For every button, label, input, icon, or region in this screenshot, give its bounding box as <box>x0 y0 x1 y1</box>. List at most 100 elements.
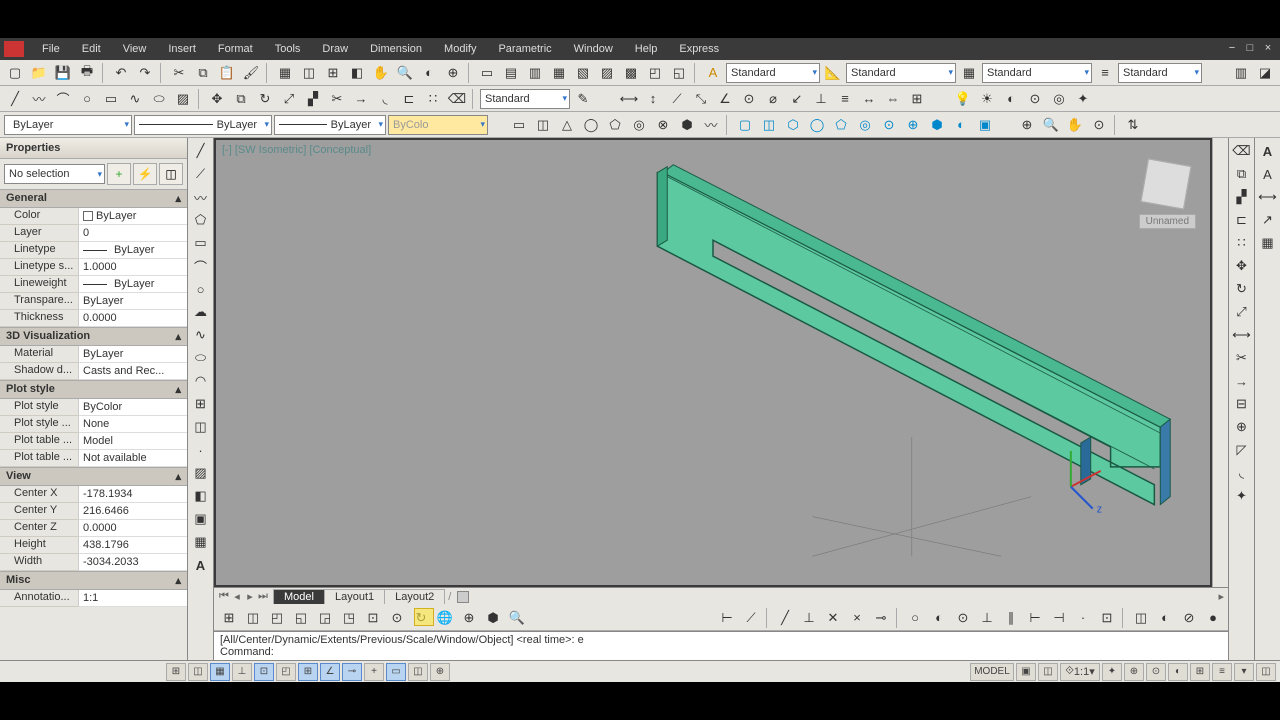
tool-icon[interactable]: ◪ <box>1254 62 1276 84</box>
solid-icon[interactable]: ⬢ <box>926 114 948 136</box>
save-icon[interactable]: 💾 <box>52 62 74 84</box>
mirror-icon[interactable]: ▞ <box>302 88 324 110</box>
menu-dimension[interactable]: Dimension <box>360 40 432 58</box>
pan-icon[interactable]: ✋ <box>370 62 392 84</box>
viewcube-label[interactable]: Unnamed <box>1139 214 1196 229</box>
viewport-label[interactable]: [-] [SW Isometric] [Conceptual] <box>222 144 371 156</box>
status-toggle[interactable]: ▦ <box>210 663 230 681</box>
ucs-icon[interactable]: ↻ <box>410 607 432 629</box>
tool-icon[interactable]: ▭ <box>476 62 498 84</box>
ellipse-icon[interactable]: ⬭ <box>190 347 212 369</box>
property-row[interactable]: Center Z0.0000 <box>0 520 187 537</box>
block-icon[interactable]: ◫ <box>190 416 212 438</box>
solid-icon[interactable]: ◯ <box>580 114 602 136</box>
status-scale[interactable]: ⟐ 1:1 ▾ <box>1060 663 1100 681</box>
ucs-icon[interactable]: 🔍 <box>506 607 528 629</box>
ucs-icon[interactable]: ◲ <box>314 607 336 629</box>
color-select[interactable]: ByColo <box>388 115 488 135</box>
dim-icon[interactable]: ⟋ <box>666 88 688 110</box>
properties-section-header[interactable]: Misc▴ <box>0 571 187 590</box>
line-icon[interactable]: ╱ <box>4 88 26 110</box>
table-style-icon[interactable]: ▦ <box>958 62 980 84</box>
status-toggle[interactable]: ◫ <box>188 663 208 681</box>
viewcube[interactable] <box>1141 159 1192 210</box>
osnap-icon[interactable]: ⊸ <box>870 607 892 629</box>
extend-icon[interactable]: → <box>1231 370 1253 392</box>
property-row[interactable]: Width-3034.2033 <box>0 554 187 571</box>
dim-icon[interactable]: ⊙ <box>738 88 760 110</box>
properties-section-header[interactable]: Plot style▴ <box>0 380 187 399</box>
rect-icon[interactable]: ▭ <box>100 88 122 110</box>
rect-icon[interactable]: ▭ <box>190 232 212 254</box>
menu-express[interactable]: Express <box>669 40 729 58</box>
tool-icon[interactable]: ◱ <box>668 62 690 84</box>
nav-icon[interactable]: ⇅ <box>1122 114 1144 136</box>
properties-section-header[interactable]: View▴ <box>0 467 187 486</box>
scale-icon[interactable]: ⤢ <box>278 88 300 110</box>
light-icon[interactable]: ◎ <box>1048 88 1070 110</box>
osnap-icon[interactable]: ⊢ <box>716 607 738 629</box>
status-toggle[interactable]: + <box>364 663 384 681</box>
tool-icon[interactable]: ◰ <box>644 62 666 84</box>
solid-icon[interactable]: ▣ <box>974 114 996 136</box>
tab-model[interactable]: Model <box>273 589 325 604</box>
offset-icon[interactable]: ⊏ <box>398 88 420 110</box>
line-icon[interactable]: ╱ <box>190 140 212 162</box>
osnap-icon[interactable]: × <box>846 607 868 629</box>
add-selection-icon[interactable]: + <box>107 163 131 185</box>
tab-next-icon[interactable]: ▸ <box>244 590 256 603</box>
fillet-icon[interactable]: ◟ <box>374 88 396 110</box>
status-toggle[interactable]: ◫ <box>1256 663 1276 681</box>
solid-icon[interactable]: ⊕ <box>902 114 924 136</box>
property-row[interactable]: Plot styleByColor <box>0 399 187 416</box>
menu-modify[interactable]: Modify <box>434 40 486 58</box>
dim-icon[interactable]: ⟷ <box>1257 186 1279 208</box>
property-row[interactable]: Plot table ...Not available <box>0 450 187 467</box>
osnap-icon[interactable]: ⊘ <box>1178 607 1200 629</box>
status-toggle[interactable]: ∠ <box>320 663 340 681</box>
property-row[interactable]: ColorByLayer <box>0 208 187 225</box>
solid-icon[interactable]: △ <box>556 114 578 136</box>
region-icon[interactable]: ▣ <box>190 508 212 530</box>
hatch-icon[interactable]: ▨ <box>190 462 212 484</box>
tool-icon[interactable]: ▥ <box>524 62 546 84</box>
status-toggle[interactable]: ◫ <box>1038 663 1058 681</box>
dim-icon[interactable]: ⌀ <box>762 88 784 110</box>
rotate-icon[interactable]: ↻ <box>254 88 276 110</box>
property-row[interactable]: MaterialByLayer <box>0 346 187 363</box>
trim-icon[interactable]: ✂ <box>1231 347 1253 369</box>
solid-icon[interactable]: ▭ <box>508 114 530 136</box>
table-style-select[interactable]: Standard <box>982 63 1092 83</box>
insert-icon[interactable]: ⊞ <box>190 393 212 415</box>
close-icon[interactable]: × <box>1260 42 1276 56</box>
menu-draw[interactable]: Draw <box>312 40 358 58</box>
solid-icon[interactable]: ◎ <box>628 114 650 136</box>
solid-icon[interactable]: ◎ <box>854 114 876 136</box>
status-toggle[interactable]: ⊞ <box>298 663 318 681</box>
solid-icon[interactable]: ⬠ <box>830 114 852 136</box>
osnap-icon[interactable]: ⊥ <box>798 607 820 629</box>
status-toggle[interactable]: ≡ <box>1212 663 1232 681</box>
tool-icon[interactable]: ⊞ <box>322 62 344 84</box>
osnap-icon[interactable]: ⊣ <box>1048 607 1070 629</box>
dim-style-icon[interactable]: 📐 <box>822 62 844 84</box>
status-toggle[interactable]: ▾ <box>1234 663 1254 681</box>
line-style-select[interactable]: Standard <box>480 89 570 109</box>
status-toggle[interactable]: ⊕ <box>1124 663 1144 681</box>
ucs-icon[interactable]: ⊕ <box>458 607 480 629</box>
solid-icon[interactable]: ⊗ <box>652 114 674 136</box>
nav-icon[interactable]: 🔍 <box>1040 114 1062 136</box>
osnap-icon[interactable]: ╱ <box>774 607 796 629</box>
ellipse-icon[interactable]: ⬭ <box>148 88 170 110</box>
table-icon[interactable]: ▦ <box>190 531 212 553</box>
tool-icon[interactable]: ▨ <box>596 62 618 84</box>
erase-icon[interactable]: ⌫ <box>1231 140 1253 162</box>
copy-icon[interactable]: ⧉ <box>230 88 252 110</box>
menu-parametric[interactable]: Parametric <box>488 40 561 58</box>
status-toggle[interactable]: ⊸ <box>342 663 362 681</box>
dim-icon[interactable]: ⤡ <box>690 88 712 110</box>
property-row[interactable]: Layer0 <box>0 225 187 242</box>
ucs-icon[interactable]: ◱ <box>290 607 312 629</box>
status-toggle[interactable]: ◐ <box>1168 663 1188 681</box>
quick-select-icon[interactable]: ⚡ <box>133 163 157 185</box>
